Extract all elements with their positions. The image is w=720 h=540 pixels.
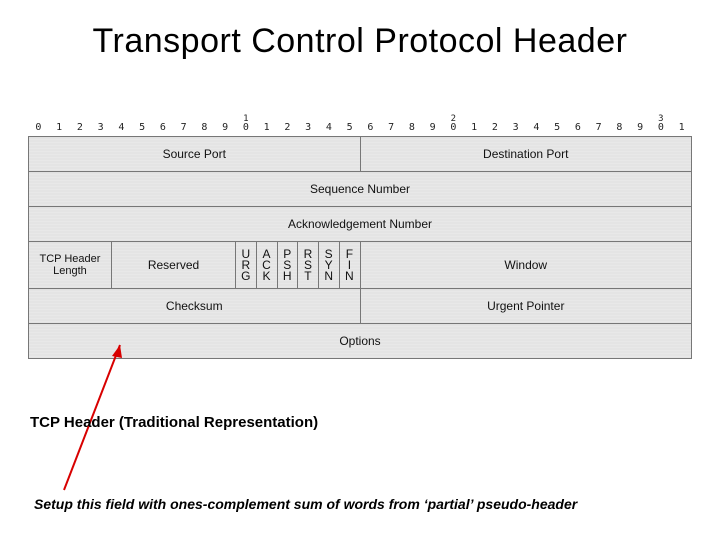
bit-label: 9 (215, 122, 236, 133)
bit-label: 1 (464, 122, 485, 133)
bit-label: 4 (526, 122, 547, 133)
bit-label: 2 (70, 122, 91, 133)
flag-syn: SYN (319, 242, 340, 289)
bit-label: 1 (256, 122, 277, 133)
bit-group-marker: 1 (236, 114, 257, 124)
bit-label: 7 (381, 122, 402, 133)
bit-label: 1 (49, 122, 70, 133)
bit-label: 02 (443, 122, 464, 133)
bit-label: 7 (173, 122, 194, 133)
bit-label: 6 (568, 122, 589, 133)
flag-ack: ACK (256, 242, 277, 289)
bit-group-marker: 2 (443, 114, 464, 124)
bit-label: 0 (28, 122, 49, 133)
bit-label: 4 (319, 122, 340, 133)
bit-label: 4 (111, 122, 132, 133)
bit-label: 9 (630, 122, 651, 133)
slide-title: Transport Control Protocol Header (0, 22, 720, 61)
bit-label: 8 (194, 122, 215, 133)
bit-label: 5 (132, 122, 153, 133)
row-ports: Source Port Destination Port (29, 137, 692, 172)
field-window: Window (360, 242, 692, 289)
figure-caption: TCP Header (Traditional Representation) (30, 414, 318, 431)
bit-label: 6 (153, 122, 174, 133)
row-checksum: Checksum Urgent Pointer (29, 289, 692, 324)
bit-label: 8 (402, 122, 423, 133)
bit-label: 03 (651, 122, 672, 133)
bit-label: 2 (485, 122, 506, 133)
bit-label: 1 (671, 122, 692, 133)
field-urgent-pointer: Urgent Pointer (360, 289, 692, 324)
flag-psh: PSH (277, 242, 298, 289)
field-source-port: Source Port (29, 137, 361, 172)
bit-label: 3 (90, 122, 111, 133)
bit-label: 6 (360, 122, 381, 133)
bit-group-marker: 3 (651, 114, 672, 124)
flag-urg: URG (236, 242, 257, 289)
field-ack-number: Acknowledgement Number (29, 207, 692, 242)
bit-label: 5 (547, 122, 568, 133)
row-sequence: Sequence Number (29, 172, 692, 207)
field-header-length: TCP Header Length (29, 242, 112, 289)
bit-label: 01 (236, 122, 257, 133)
tcp-header-table: Source Port Destination Port Sequence Nu… (28, 136, 692, 359)
field-options: Options (29, 324, 692, 359)
bit-label: 3 (505, 122, 526, 133)
field-destination-port: Destination Port (360, 137, 692, 172)
bit-ruler: 01234567890112345678902123456789031 (28, 112, 692, 136)
tcp-header-diagram: 01234567890112345678902123456789031 Sour… (28, 112, 692, 359)
row-options: Options (29, 324, 692, 359)
bit-label: 3 (298, 122, 319, 133)
bit-label: 2 (277, 122, 298, 133)
row-flags: TCP Header Length Reserved URG ACK PSH R… (29, 242, 692, 289)
annotation-text: Setup this field with ones-complement su… (34, 496, 694, 512)
field-reserved: Reserved (111, 242, 235, 289)
bit-label: 7 (588, 122, 609, 133)
field-checksum: Checksum (29, 289, 361, 324)
bit-label: 5 (339, 122, 360, 133)
field-sequence-number: Sequence Number (29, 172, 692, 207)
row-ack: Acknowledgement Number (29, 207, 692, 242)
flag-rst: RST (298, 242, 319, 289)
bit-label: 8 (609, 122, 630, 133)
bit-label: 9 (422, 122, 443, 133)
flag-fin: FIN (339, 242, 360, 289)
